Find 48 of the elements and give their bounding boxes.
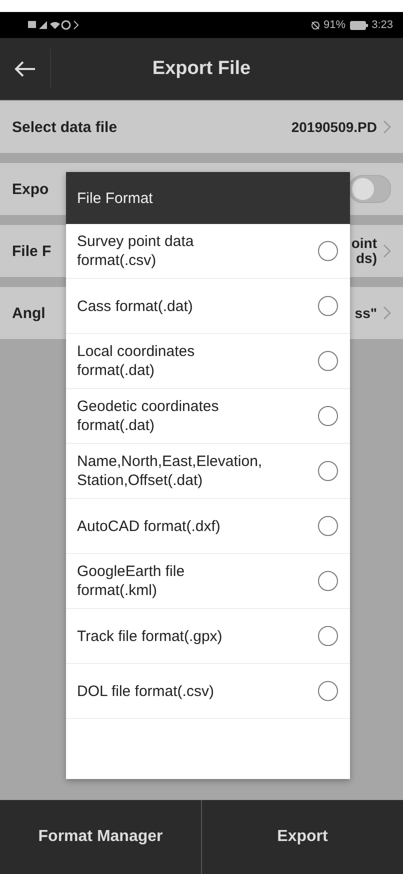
radio-button[interactable]: [318, 681, 338, 701]
format-option[interactable]: Survey point data format(.csv): [66, 224, 350, 279]
bottom-button[interactable]: Export: [202, 800, 403, 874]
option-label: Cass format(.dat): [77, 296, 194, 316]
radio-button[interactable]: [318, 406, 338, 426]
radio-button[interactable]: [318, 241, 338, 261]
row-label: Angl: [12, 304, 46, 322]
bottom-button[interactable]: Format Manager: [0, 800, 202, 874]
row-value: 20190509.PD: [291, 120, 377, 134]
option-label: Survey point data format(.csv): [77, 232, 195, 271]
option-label: DOL file format(.csv): [77, 682, 215, 702]
option-label: Name,North,East,Elevation,Station,Offset(.dat): [77, 452, 263, 491]
row-value: ss": [354, 306, 377, 320]
format-option[interactable]: Track file format(.gpx): [66, 609, 350, 664]
radio-button[interactable]: [318, 461, 338, 481]
row-value: oint ds): [351, 236, 377, 266]
option-label: Geodetic coordinates format(.dat): [77, 397, 220, 436]
battery-percent: 91%: [324, 19, 346, 31]
format-option[interactable]: Local coordinates format(.dat): [66, 334, 350, 389]
radio-button[interactable]: [318, 516, 338, 536]
toggle-switch[interactable]: [349, 175, 391, 203]
format-option[interactable]: Geodetic coordinates format(.dat): [66, 389, 350, 444]
format-option[interactable]: Cass format(.dat): [66, 279, 350, 334]
row-label: Expo: [12, 180, 49, 198]
dialog-title: File Format: [66, 172, 350, 224]
option-label: Local coordinates format(.dat): [77, 342, 196, 381]
battery-icon: [350, 20, 368, 30]
format-option[interactable]: Name,North,East,Elevation,Station,Offset(.dat): [66, 444, 350, 499]
format-option[interactable]: GoogleEarth file format(.kml): [66, 554, 350, 609]
row-label: File F: [12, 242, 52, 260]
format-option[interactable]: AutoCAD format(.dxf): [66, 499, 350, 554]
option-label: Track file format(.gpx): [77, 626, 224, 646]
clock-time: 3:23: [372, 19, 393, 31]
option-label: AutoCAD format(.dxf): [77, 516, 222, 536]
back-arrow-icon: [14, 61, 36, 77]
row-label: Select data file: [12, 118, 118, 136]
settings-row[interactable]: Select data file 20190509.PD: [0, 101, 403, 153]
option-label: GoogleEarth file format(.kml): [77, 562, 186, 601]
chevron-icon: [383, 120, 391, 134]
radio-button[interactable]: [318, 571, 338, 591]
chevron-icon: [383, 244, 391, 258]
screen-title: Export File: [151, 58, 252, 80]
chevron-icon: [383, 306, 391, 320]
radio-button[interactable]: [318, 626, 338, 646]
format-option[interactable]: DOL file format(.csv): [66, 664, 350, 719]
radio-button[interactable]: [318, 296, 338, 316]
mute-icon: [310, 20, 320, 30]
radio-button[interactable]: [318, 351, 338, 371]
